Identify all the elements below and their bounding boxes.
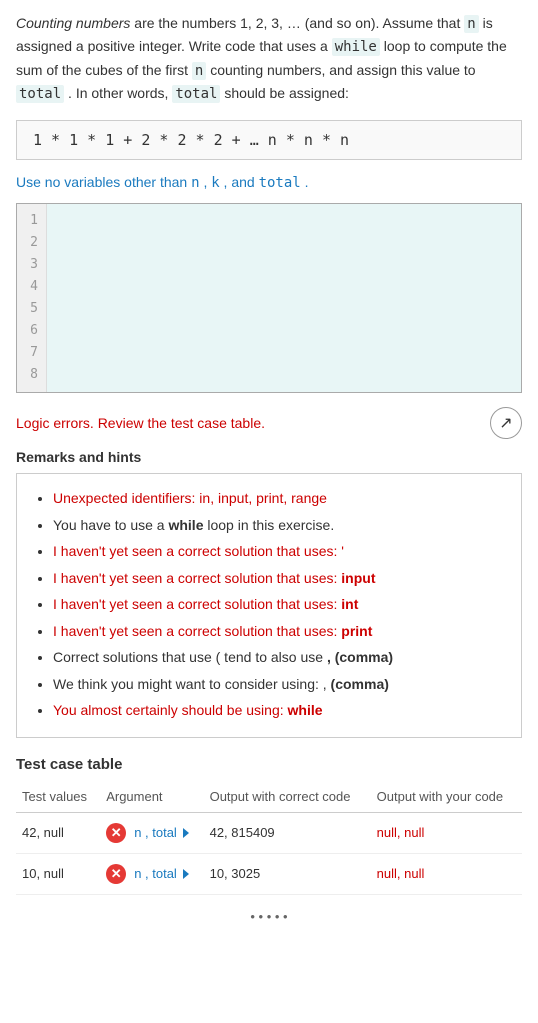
error-circle-1: ✕ bbox=[106, 823, 126, 843]
constraint-k: k bbox=[211, 175, 219, 191]
hint-5: I haven't yet seen a correct solution th… bbox=[53, 592, 505, 617]
hint-3-text: I haven't yet seen a correct solution th… bbox=[53, 543, 344, 559]
table-row: 42, null ✕ n , total 42, 815409 null, nu… bbox=[16, 812, 522, 853]
line-7: 7 bbox=[25, 342, 38, 364]
arg-link-1[interactable]: n , total bbox=[134, 825, 177, 840]
hint-2-bold: while bbox=[168, 517, 203, 533]
formula-text: 1 * 1 * 1 + 2 * 2 * 2 + … n * n * n bbox=[33, 131, 349, 149]
hint-2-text: You have to use a while loop in this exe… bbox=[53, 517, 334, 533]
hint-8-bold: (comma) bbox=[331, 676, 389, 692]
hint-7-bold: , (comma) bbox=[327, 649, 393, 665]
total-keyword-2: total bbox=[172, 85, 220, 103]
test-table-title: Test case table bbox=[16, 756, 522, 773]
logic-error-text: Logic errors. Review the test case table… bbox=[16, 415, 265, 431]
col-your-output: Output with your code bbox=[371, 781, 522, 813]
line-2: 2 bbox=[25, 232, 38, 254]
hint-9: You almost certainly should be using: wh… bbox=[53, 698, 505, 723]
line-5: 5 bbox=[25, 298, 38, 320]
counting-numbers-italic: Counting numbers bbox=[16, 15, 130, 31]
hints-list: Unexpected identifiers: in, input, print… bbox=[33, 486, 505, 723]
desc-text-6: should be assigned: bbox=[224, 85, 349, 101]
while-keyword: while bbox=[332, 38, 380, 56]
pagination-dots: • • • • • bbox=[250, 909, 287, 924]
var-n-1: n bbox=[464, 15, 478, 33]
hint-3: I haven't yet seen a correct solution th… bbox=[53, 539, 505, 564]
desc-text-5: . In other words, bbox=[68, 85, 172, 101]
line-6: 6 bbox=[25, 320, 38, 342]
var-n-2: n bbox=[192, 62, 206, 80]
test-values-2: 10, null bbox=[16, 853, 100, 894]
col-argument: Argument bbox=[100, 781, 203, 813]
desc-text-4: counting numbers, and assign this value … bbox=[210, 62, 475, 78]
line-4: 4 bbox=[25, 276, 38, 298]
line-3: 3 bbox=[25, 254, 38, 276]
constraint-period: . bbox=[305, 174, 309, 190]
test-case-table: Test values Argument Output with correct… bbox=[16, 781, 522, 895]
hint-6-bold: print bbox=[341, 623, 372, 639]
constraint-n: n bbox=[191, 175, 199, 191]
arg-arrow-1 bbox=[183, 828, 189, 838]
hint-1: Unexpected identifiers: in, input, print… bbox=[53, 486, 505, 511]
hint-9-text: You almost certainly should be using: wh… bbox=[53, 702, 323, 718]
hint-1-prefix: Unexpected identifiers: in, input, print… bbox=[53, 490, 327, 506]
hint-2: You have to use a while loop in this exe… bbox=[53, 513, 505, 538]
constraint-comma2: , and bbox=[224, 174, 259, 190]
error-row: Logic errors. Review the test case table… bbox=[16, 407, 522, 439]
expand-button[interactable]: ↗ bbox=[490, 407, 522, 439]
argument-1: ✕ n , total bbox=[100, 812, 203, 853]
arg-link-2[interactable]: n , total bbox=[134, 866, 177, 881]
error-circle-2: ✕ bbox=[106, 864, 126, 884]
pagination: • • • • • bbox=[16, 909, 522, 924]
remarks-title: Remarks and hints bbox=[16, 449, 522, 465]
col-test-values: Test values bbox=[16, 781, 100, 813]
hint-9-bold: while bbox=[288, 702, 323, 718]
constraint-total: total bbox=[259, 175, 301, 191]
correct-output-2: 10, 3025 bbox=[204, 853, 371, 894]
hint-5-text: I haven't yet seen a correct solution th… bbox=[53, 596, 358, 612]
correct-output-1: 42, 815409 bbox=[204, 812, 371, 853]
argument-2: ✕ n , total bbox=[100, 853, 203, 894]
hint-5-bold: int bbox=[341, 596, 358, 612]
formula-box: 1 * 1 * 1 + 2 * 2 * 2 + … n * n * n bbox=[16, 120, 522, 160]
line-1: 1 bbox=[25, 210, 38, 232]
hints-box: Unexpected identifiers: in, input, print… bbox=[16, 473, 522, 738]
expand-icon: ↗ bbox=[499, 413, 512, 433]
hint-6-text: I haven't yet seen a correct solution th… bbox=[53, 623, 372, 639]
hint-4: I haven't yet seen a correct solution th… bbox=[53, 566, 505, 591]
hint-4-bold: input bbox=[341, 570, 375, 586]
constraint-prefix: Use no variables other than bbox=[16, 174, 191, 190]
desc-text-1: are the numbers 1, 2, 3, … (and so on). … bbox=[134, 15, 464, 31]
constraint-text: Use no variables other than n , k , and … bbox=[16, 174, 522, 191]
hint-7-text: Correct solutions that use ( tend to als… bbox=[53, 649, 393, 665]
table-header: Test values Argument Output with correct… bbox=[16, 781, 522, 813]
total-keyword-1: total bbox=[16, 85, 64, 103]
hint-4-text: I haven't yet seen a correct solution th… bbox=[53, 570, 376, 586]
table-body: 42, null ✕ n , total 42, 815409 null, nu… bbox=[16, 812, 522, 894]
test-values-1: 42, null bbox=[16, 812, 100, 853]
problem-description: Counting numbers are the numbers 1, 2, 3… bbox=[16, 12, 522, 106]
code-textarea[interactable] bbox=[47, 204, 521, 393]
hint-8-text: We think you might want to consider usin… bbox=[53, 676, 389, 692]
line-numbers: 1 2 3 4 5 6 7 8 bbox=[17, 204, 47, 393]
header-row: Test values Argument Output with correct… bbox=[16, 781, 522, 813]
code-editor: 1 2 3 4 5 6 7 8 bbox=[16, 203, 522, 394]
arg-cell-2: ✕ n , total bbox=[106, 864, 197, 884]
col-correct-output: Output with correct code bbox=[204, 781, 371, 813]
table-row: 10, null ✕ n , total 10, 3025 null, null bbox=[16, 853, 522, 894]
your-output-2: null, null bbox=[371, 853, 522, 894]
arg-cell-1: ✕ n , total bbox=[106, 823, 197, 843]
your-output-1: null, null bbox=[371, 812, 522, 853]
line-8: 8 bbox=[25, 364, 38, 386]
hint-6: I haven't yet seen a correct solution th… bbox=[53, 619, 505, 644]
hint-7: Correct solutions that use ( tend to als… bbox=[53, 645, 505, 670]
arg-arrow-2 bbox=[183, 869, 189, 879]
hint-8: We think you might want to consider usin… bbox=[53, 672, 505, 697]
